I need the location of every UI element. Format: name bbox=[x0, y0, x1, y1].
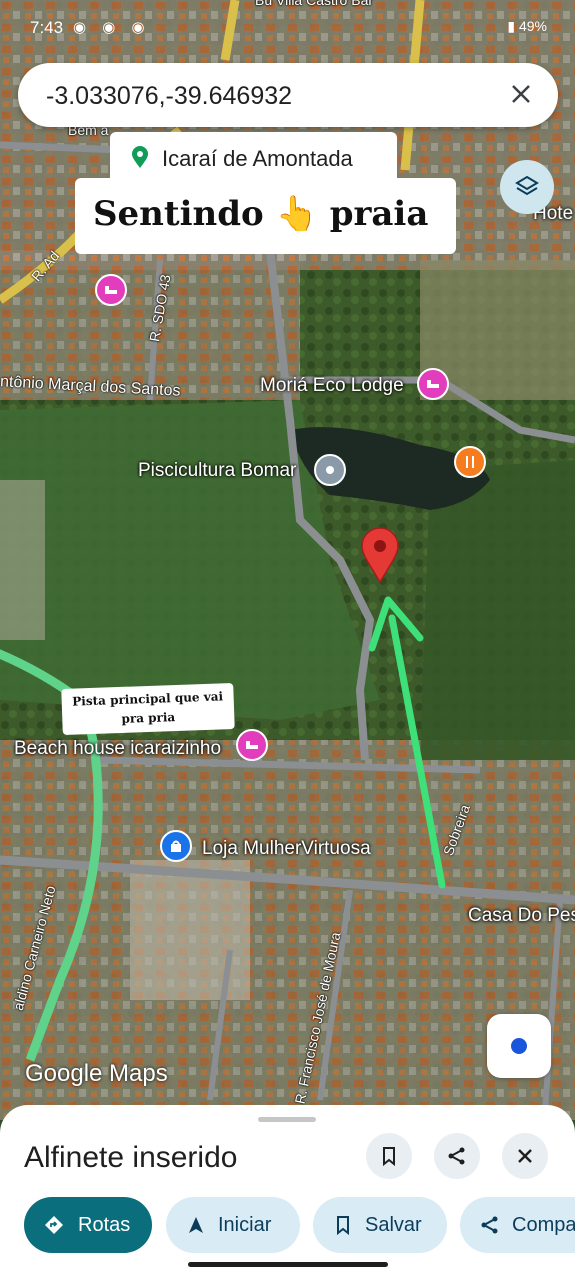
hotel-pin-icon[interactable] bbox=[417, 368, 449, 400]
search-query[interactable]: -3.033076,-39.646932 bbox=[46, 82, 292, 111]
navigation-arrow-icon bbox=[189, 1217, 203, 1233]
drag-handle[interactable] bbox=[258, 1117, 316, 1122]
directions-icon bbox=[45, 1216, 63, 1234]
place-chip[interactable]: Icaraí de Amontada bbox=[110, 132, 397, 184]
directions-button[interactable]: Rotas bbox=[24, 1197, 152, 1253]
save-bookmark-button[interactable] bbox=[366, 1133, 412, 1179]
caption-banner: Sentindo 👆 praia bbox=[75, 178, 456, 254]
layers-button[interactable] bbox=[500, 160, 554, 214]
google-maps-watermark: Google Maps bbox=[25, 1060, 168, 1087]
share-pill-button[interactable]: Compa bbox=[460, 1197, 575, 1253]
close-icon bbox=[512, 85, 530, 103]
location-dot-icon bbox=[511, 1038, 527, 1054]
restaurant-pin-icon[interactable] bbox=[454, 446, 486, 478]
sheet-title: Alfinete inserido bbox=[24, 1141, 238, 1174]
bookmark-icon bbox=[337, 1216, 349, 1235]
notification-icons: ◉ ◉ ◉ bbox=[73, 19, 151, 36]
share-label: Compa bbox=[512, 1214, 575, 1236]
save-button[interactable]: Salvar bbox=[313, 1197, 447, 1253]
battery-level: 49% bbox=[518, 18, 547, 34]
poi-label: Beach house icaraizinho bbox=[14, 738, 222, 759]
close-icon bbox=[518, 1149, 532, 1163]
directions-label: Rotas bbox=[78, 1214, 131, 1236]
bookmark-icon bbox=[383, 1147, 395, 1166]
status-time: 7:43 bbox=[30, 18, 64, 37]
annotation-note-text: Pista principal que vai pra pria bbox=[72, 689, 224, 726]
clear-search-button[interactable] bbox=[504, 77, 538, 111]
share-button[interactable] bbox=[434, 1133, 480, 1179]
gesture-nav-bar[interactable] bbox=[188, 1262, 388, 1267]
caption-banner-text: Sentindo 👆 praia bbox=[93, 194, 429, 234]
poi-label: Piscicultura Bomar bbox=[138, 460, 297, 481]
search-bar[interactable]: -3.033076,-39.646932 bbox=[18, 63, 558, 127]
status-bar: 7:43 ◉ ◉ ◉ ▮ 49% bbox=[0, 0, 575, 50]
save-label: Salvar bbox=[365, 1214, 422, 1236]
battery-indicator: ▮ 49% bbox=[507, 18, 547, 34]
my-location-button[interactable] bbox=[487, 1014, 551, 1078]
hotel-pin-icon[interactable] bbox=[236, 729, 268, 761]
location-pin-icon bbox=[132, 146, 148, 168]
share-icon bbox=[448, 1147, 465, 1165]
place-pin-icon[interactable] bbox=[314, 454, 346, 486]
poi-label: Loja MulherVirtuosa bbox=[202, 838, 371, 859]
start-button[interactable]: Iniciar bbox=[166, 1197, 300, 1253]
hotel-pin-icon[interactable] bbox=[95, 274, 127, 306]
poi-label: Casa Do Pes bbox=[468, 905, 575, 926]
place-chip-label: Icaraí de Amontada bbox=[162, 146, 353, 171]
annotation-note: Pista principal que vai pra pria bbox=[61, 683, 235, 735]
close-sheet-button[interactable] bbox=[502, 1133, 548, 1179]
poi-label: Moriá Eco Lodge bbox=[260, 375, 404, 396]
bottom-sheet[interactable]: Alfinete inserido Rotas Iniciar Salvar C… bbox=[0, 1105, 575, 1280]
start-label: Iniciar bbox=[218, 1214, 272, 1236]
layers-icon bbox=[515, 175, 539, 196]
shop-pin-icon[interactable] bbox=[160, 830, 192, 862]
share-icon bbox=[481, 1216, 498, 1234]
